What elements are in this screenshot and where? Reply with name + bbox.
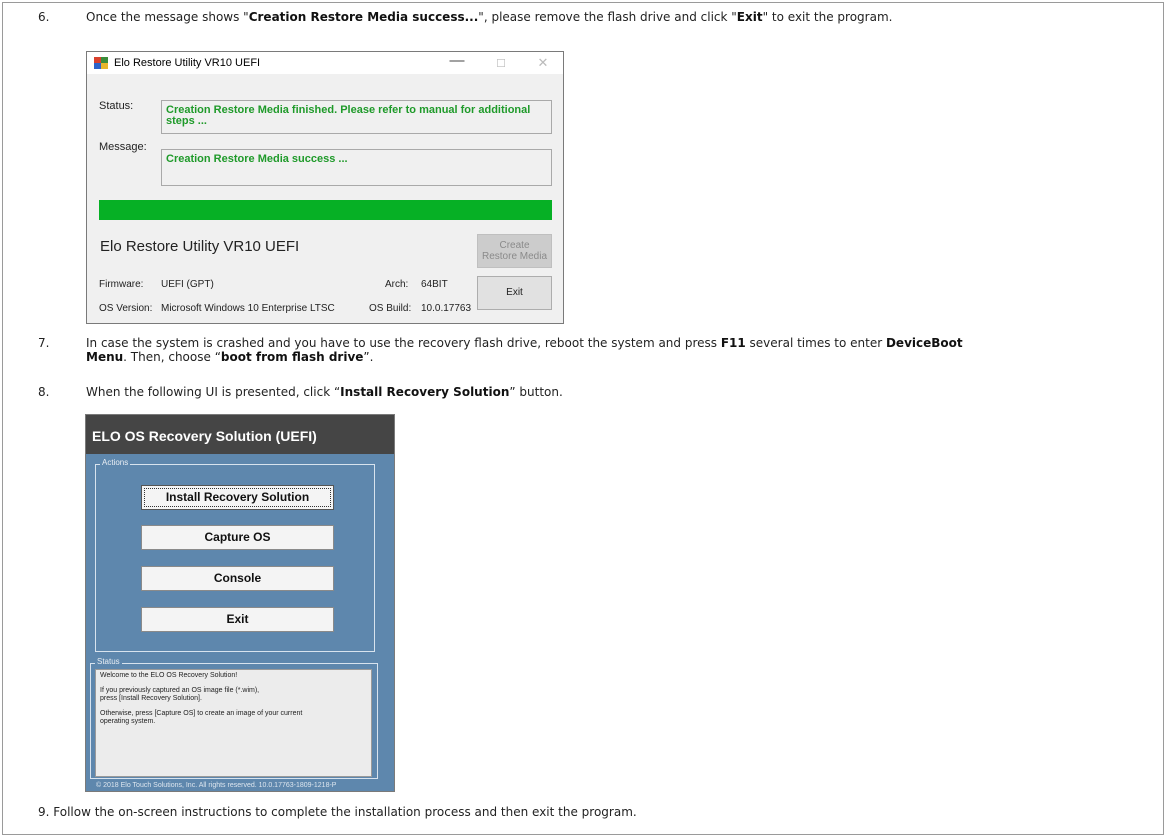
status-line: Otherwise, press [Capture OS] to create … [100,710,303,717]
step-8-text: When the following UI is presented, clic… [86,385,563,399]
status-label: Status: [99,100,134,112]
exit-button[interactable]: Exit [141,607,334,632]
firmware-value: UEFI (GPT) [161,279,214,290]
status-line: Welcome to the ELO OS Recovery Solution! [100,672,238,679]
create-restore-media-button[interactable]: Create Restore Media [477,234,552,268]
copyright-footer: © 2018 Elo Touch Solutions, Inc. All rig… [96,782,337,789]
status-textbox: Welcome to the ELO OS Recovery Solution!… [95,669,372,777]
window-title: Elo Restore Utility VR10 UEFI [114,57,261,69]
status-group-label: Status [95,657,122,666]
progress-bar [99,200,552,220]
os-build-value: 10.0.17763 [421,303,472,314]
elo-restore-utility-window: Elo Restore Utility VR10 UEFI — ☐ ✕ Stat… [86,51,564,324]
message-label: Message: [99,141,147,153]
firmware-label: Firmware: [99,279,144,290]
maximize-icon[interactable]: ☐ [487,57,515,70]
console-button[interactable]: Console [141,566,334,591]
arch-label: Arch: [385,279,409,290]
create-button-line1: Create [499,240,530,251]
step-6-number: 6. [38,10,50,24]
status-line: If you previously captured an OS image f… [100,687,260,694]
install-recovery-solution-button[interactable]: Install Recovery Solution [141,485,334,510]
actions-group-label: Actions [100,458,131,467]
step-8-number: 8. [38,385,50,399]
status-line: press [Install Recovery Solution]. [100,695,202,702]
message-box: Creation Restore Media success ... [161,149,552,186]
arch-value: 64BIT [421,279,448,290]
create-button-line2: Restore Media [481,251,548,262]
elo-os-recovery-window: ELO OS Recovery Solution (UEFI) Actions … [85,414,395,792]
step-7-number: 7. [38,336,50,350]
os-version-label: OS Version: [99,303,153,314]
step-9-text: 9. Follow the on-screen instructions to … [38,805,637,819]
app-icon [94,57,108,69]
capture-os-button[interactable]: Capture OS [141,525,334,550]
step-7-text: In case the system is crashed and you ha… [86,336,963,364]
status-box: Creation Restore Media finished. Please … [161,100,552,134]
app-title: Elo Restore Utility VR10 UEFI [100,238,300,255]
exit-button[interactable]: Exit [477,276,552,310]
step-6-text: Once the message shows "Creation Restore… [86,10,893,24]
os-version-value: Microsoft Windows 10 Enterprise LTSC [161,303,335,314]
minimize-icon[interactable]: — [443,52,471,69]
os-build-label: OS Build: [369,303,412,314]
close-icon[interactable]: ✕ [529,55,557,71]
status-line: operating system. [100,718,156,725]
window-titlebar: Elo Restore Utility VR10 UEFI — ☐ ✕ [87,52,563,74]
recovery-header: ELO OS Recovery Solution (UEFI) [86,415,394,454]
